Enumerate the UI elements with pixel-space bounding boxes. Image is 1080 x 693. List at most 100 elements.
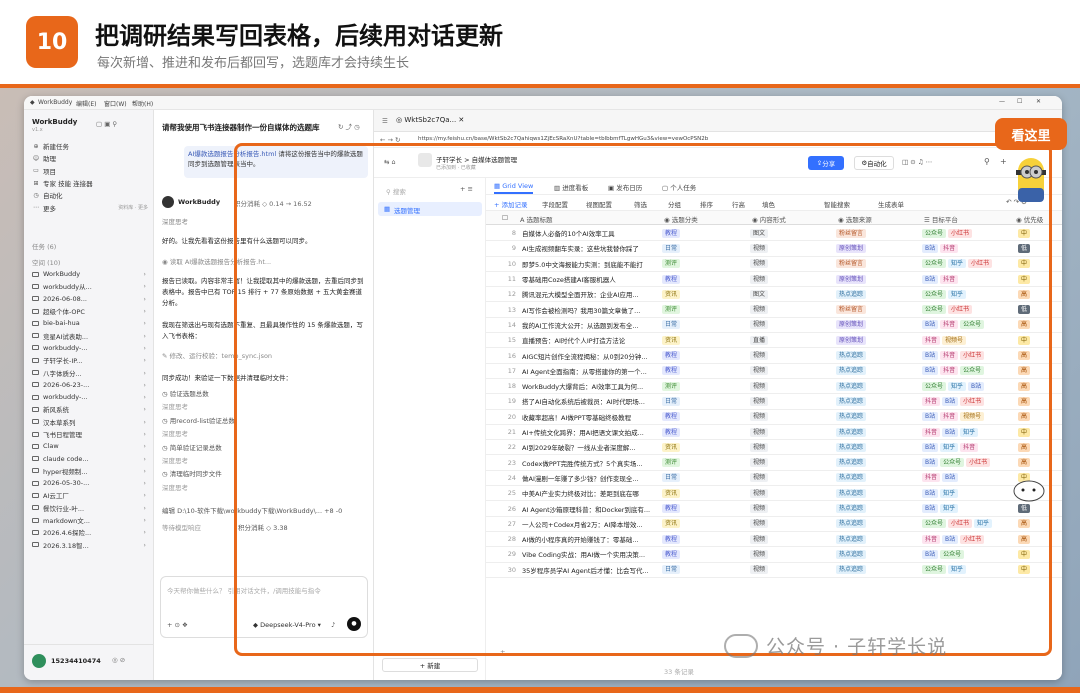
menu-edit[interactable]: 编辑(E) (76, 99, 96, 108)
tab-list-icon[interactable]: ☰ (382, 117, 388, 125)
folder-item[interactable]: claude code... › (24, 452, 154, 464)
table-row[interactable]: 25中美AI产业实力终极对比：差距到底在哪资讯视频热点追踪B站知乎中 (486, 486, 1062, 502)
cell-title[interactable]: AIGC短片创作全流程揭秘：从0到20分钟... (522, 351, 660, 361)
automation-button[interactable]: ⚙ 自动化 (854, 156, 894, 170)
table-row[interactable]: 18 WorkBuddy大爆背后：AI效率工具为何... 测评 视频 热点追踪 公众号 知乎… (486, 379, 1062, 395)
toolbar-item[interactable]: 筛选 (634, 199, 647, 209)
step-item[interactable]: 深度思考 (162, 455, 366, 468)
home-icon[interactable]: ⇆ ⌂ (384, 158, 396, 166)
step-item[interactable]: ◷ 验证选题总数 (162, 388, 366, 401)
tree-search-input[interactable]: ⚲ 搜索 (386, 186, 406, 196)
browser-tab[interactable]: ◎ WktSb2c7Qa... ✕ (396, 116, 464, 124)
col-category[interactable]: ◉ 选题分类 (664, 214, 698, 224)
tree-add-icon[interactable]: + ≡ (460, 185, 473, 193)
share-button[interactable]: ⇪ 分享 (808, 156, 844, 170)
toolbar-item[interactable]: 分组 (668, 199, 681, 209)
think-label[interactable]: 深度思考 (162, 216, 188, 226)
folder-item[interactable]: workbuddy-... › (24, 391, 154, 403)
select-all-checkbox[interactable]: ☐ (502, 214, 508, 222)
nav-assistant[interactable]: ☺ 助理 (24, 152, 154, 164)
back-forward-icon[interactable]: ← → ↻ (380, 136, 400, 144)
menu-help[interactable]: 帮助(H) (132, 99, 153, 108)
section-tasks[interactable]: 任务 (6) (32, 241, 56, 251)
edit-path[interactable]: 编辑 D:\10-软件下载\workbuddy下载\WorkBuddy\... … (162, 505, 368, 515)
add-icon[interactable]: + (1000, 157, 1007, 166)
chat-actions-icon[interactable]: ↻ ⤴ ◷ (338, 121, 360, 131)
tab-personal[interactable]: ▢ 个人任务 (662, 182, 696, 192)
toolbar-item[interactable]: 视图配置 (586, 199, 612, 209)
input-tools-icon[interactable]: + ⊙ ❖ (167, 621, 188, 629)
folder-item[interactable]: 竞星AI试表助... › (24, 329, 154, 341)
cell-title[interactable]: AI生成视频翻车实录：这些坑我替你踩了 (522, 243, 660, 253)
cell-title[interactable]: 我的AI工作流大公开：从选题到发布全... (522, 320, 660, 330)
step-item[interactable]: ◷ 用record-list验证总数 (162, 415, 366, 428)
folder-item[interactable]: 2026.3.18智... › (24, 539, 154, 551)
folder-item[interactable]: 2026-06-23-... › (24, 379, 154, 391)
attachment-name[interactable]: AI爆款选题报告分析报告.html (188, 150, 276, 158)
nav-automation[interactable]: ◷ 自动化 (24, 189, 154, 201)
folder-item[interactable]: AI云工厂 › (24, 489, 154, 501)
tab-grid-view[interactable]: ▦ Grid View (494, 182, 534, 194)
add-row-icon[interactable]: + (500, 648, 505, 656)
table-row[interactable]: 12 腾讯混元大模型全面开放：企业AI应用... 资讯 图文 热点追踪 公众号 知乎 高 (486, 287, 1062, 303)
table-row[interactable]: 27 一人公司+Codex月省2万：AI降本增效... 资讯 视频 热点追踪 公众号 小红书… (486, 517, 1062, 532)
tab-calendar[interactable]: ▣ 发布日历 (608, 182, 642, 192)
folder-item[interactable]: Claw › (24, 440, 154, 452)
toolbar-item[interactable]: + 添加记录 (494, 199, 528, 209)
folder-item[interactable]: markdown文... › (24, 514, 154, 526)
folder-item[interactable]: WorkBuddy › (24, 268, 154, 280)
folder-item[interactable]: 子轩学长-IP... › (24, 354, 154, 366)
chat-input-box[interactable]: 今天帮你做些什么？ 引用对话文件，/调用技能与指令 + ⊙ ❖ ◆ Deepse… (160, 576, 368, 638)
cell-title[interactable]: 直播预告：AI时代个人IP打造方法论 (522, 335, 660, 345)
folder-item[interactable]: 餐饮行业-叶... › (24, 502, 154, 514)
cell-title[interactable]: 中美AI产业实力终极对比：差距到底在哪 (522, 488, 660, 498)
cell-title[interactable]: 腾讯混元大模型全面开放：企业AI应用... (522, 289, 660, 299)
cell-title[interactable]: AI Agent全面指南：从零搭建你的第一个... (522, 366, 660, 376)
toolbar-item[interactable]: 智能搜索 (824, 199, 850, 209)
table-row[interactable]: 30 35岁程序员学AI Agent后才懂：比会写代... 日常 视频 热点追踪 公众号知… (486, 563, 1062, 578)
col-source[interactable]: ◉ 选题来源 (838, 214, 872, 224)
folder-item[interactable]: 2026-05-30-... › (24, 477, 154, 489)
maximize-icon[interactable]: ☐ (1017, 98, 1022, 105)
cell-title[interactable]: AI做的小程序真的开始赚钱了：零基础... (522, 534, 660, 544)
table-row[interactable]: 26 AI Agent沙箱原理科普：和Docker到底有... 教程 视频 热点追踪 B站… (486, 501, 1062, 517)
folder-item[interactable]: 汉本草系列 › (24, 416, 154, 428)
url-field[interactable]: https://my.feishu.cn/base/WktSb2c7Qahiqw… (418, 136, 708, 142)
folder-item[interactable]: workbuddy从... › (24, 280, 154, 292)
mic-icon[interactable]: ♪ (331, 621, 335, 629)
toolbar-item[interactable]: 排序 (700, 199, 713, 209)
chat-input[interactable]: 今天帮你做些什么？ 引用对话文件，/调用技能与指令 (167, 585, 321, 595)
nav-projects[interactable]: ▭ 项目 (24, 165, 154, 177)
send-button[interactable]: ● (347, 617, 361, 631)
table-row[interactable]: 23 Codex做PPT完胜传统方式？5个真实场... 测评 视频 热点追踪 B站 公众号小… (486, 456, 1062, 471)
tree-item-active[interactable]: ▦ 选题管理 (378, 202, 482, 216)
table-row[interactable]: 28 AI做的小程序真的开始赚钱了：零基础... 教程 视频 热点追踪 抖音 B站 小红书 高 (486, 532, 1062, 548)
folder-item[interactable]: 2026.4.6探险... › (24, 526, 154, 538)
breadcrumb[interactable]: 子轩学长 > 自媒体选题管理 (436, 154, 517, 164)
col-title[interactable]: A 选题标题 (520, 214, 553, 224)
table-row[interactable]: 16 AIGC短片创作全流程揭秘：从0到20分钟... 教程 视频 热点追踪 B站 抖音 小红… (486, 348, 1062, 364)
sidebar-toggle-icon[interactable]: ▢ ▣ ⚲ (96, 120, 117, 128)
folder-item[interactable]: hyper视频制... › (24, 465, 154, 477)
folder-item[interactable]: 飞书日程管理 › (24, 428, 154, 440)
nav-experts[interactable]: ⊞ 专家 技能 连接器 (24, 177, 154, 189)
tab-kanban[interactable]: ▥ 进度看板 (554, 182, 588, 192)
table-row[interactable]: 19 搭了AI自动化系统后被裁员：AI时代职场... 日常 视频 热点追踪 抖音 B站 小红书… (486, 394, 1062, 410)
table-row[interactable]: 9 AI生成视频翻车实录：这些坑我替你踩了 日常 视频 原创策划 B站 抖音 低 (486, 241, 1062, 257)
toolbar-item[interactable]: 填色 (762, 199, 775, 209)
folder-item[interactable]: workbuddy-... › (24, 342, 154, 354)
section-space[interactable]: 空间 (10) (32, 257, 60, 267)
cell-title[interactable]: 即梦5.0中文海报能力实测：到底能不能打 (522, 259, 660, 269)
cell-title[interactable]: AI+传统文化跨界：用AI把语文课文拍成... (522, 427, 660, 437)
toolbar-item[interactable]: 生成表单 (878, 199, 904, 209)
col-platform[interactable]: ☰ 目标平台 (924, 214, 958, 224)
tool-edit[interactable]: ✎ 修改、运行校验：temp_sync.json (162, 350, 272, 360)
toolbar-item[interactable]: 字段配置 (542, 199, 568, 209)
nav-new-task[interactable]: ⊕ 新建任务 (24, 140, 154, 152)
table-row[interactable]: 8 自媒体人必备的10个AI效率工具 教程 图文 粉丝留言 公众号 小红书 中 (486, 226, 1062, 242)
col-priority[interactable]: ◉ 优先级 (1016, 214, 1043, 224)
step-item[interactable]: 深度思考 (162, 482, 366, 495)
cell-title[interactable]: 自媒体人必备的10个AI效率工具 (522, 228, 660, 238)
toolbar-item[interactable]: 行高 (732, 199, 745, 209)
cell-title[interactable]: Vibe Coding实战：用AI做一个实用决策... (522, 549, 660, 559)
